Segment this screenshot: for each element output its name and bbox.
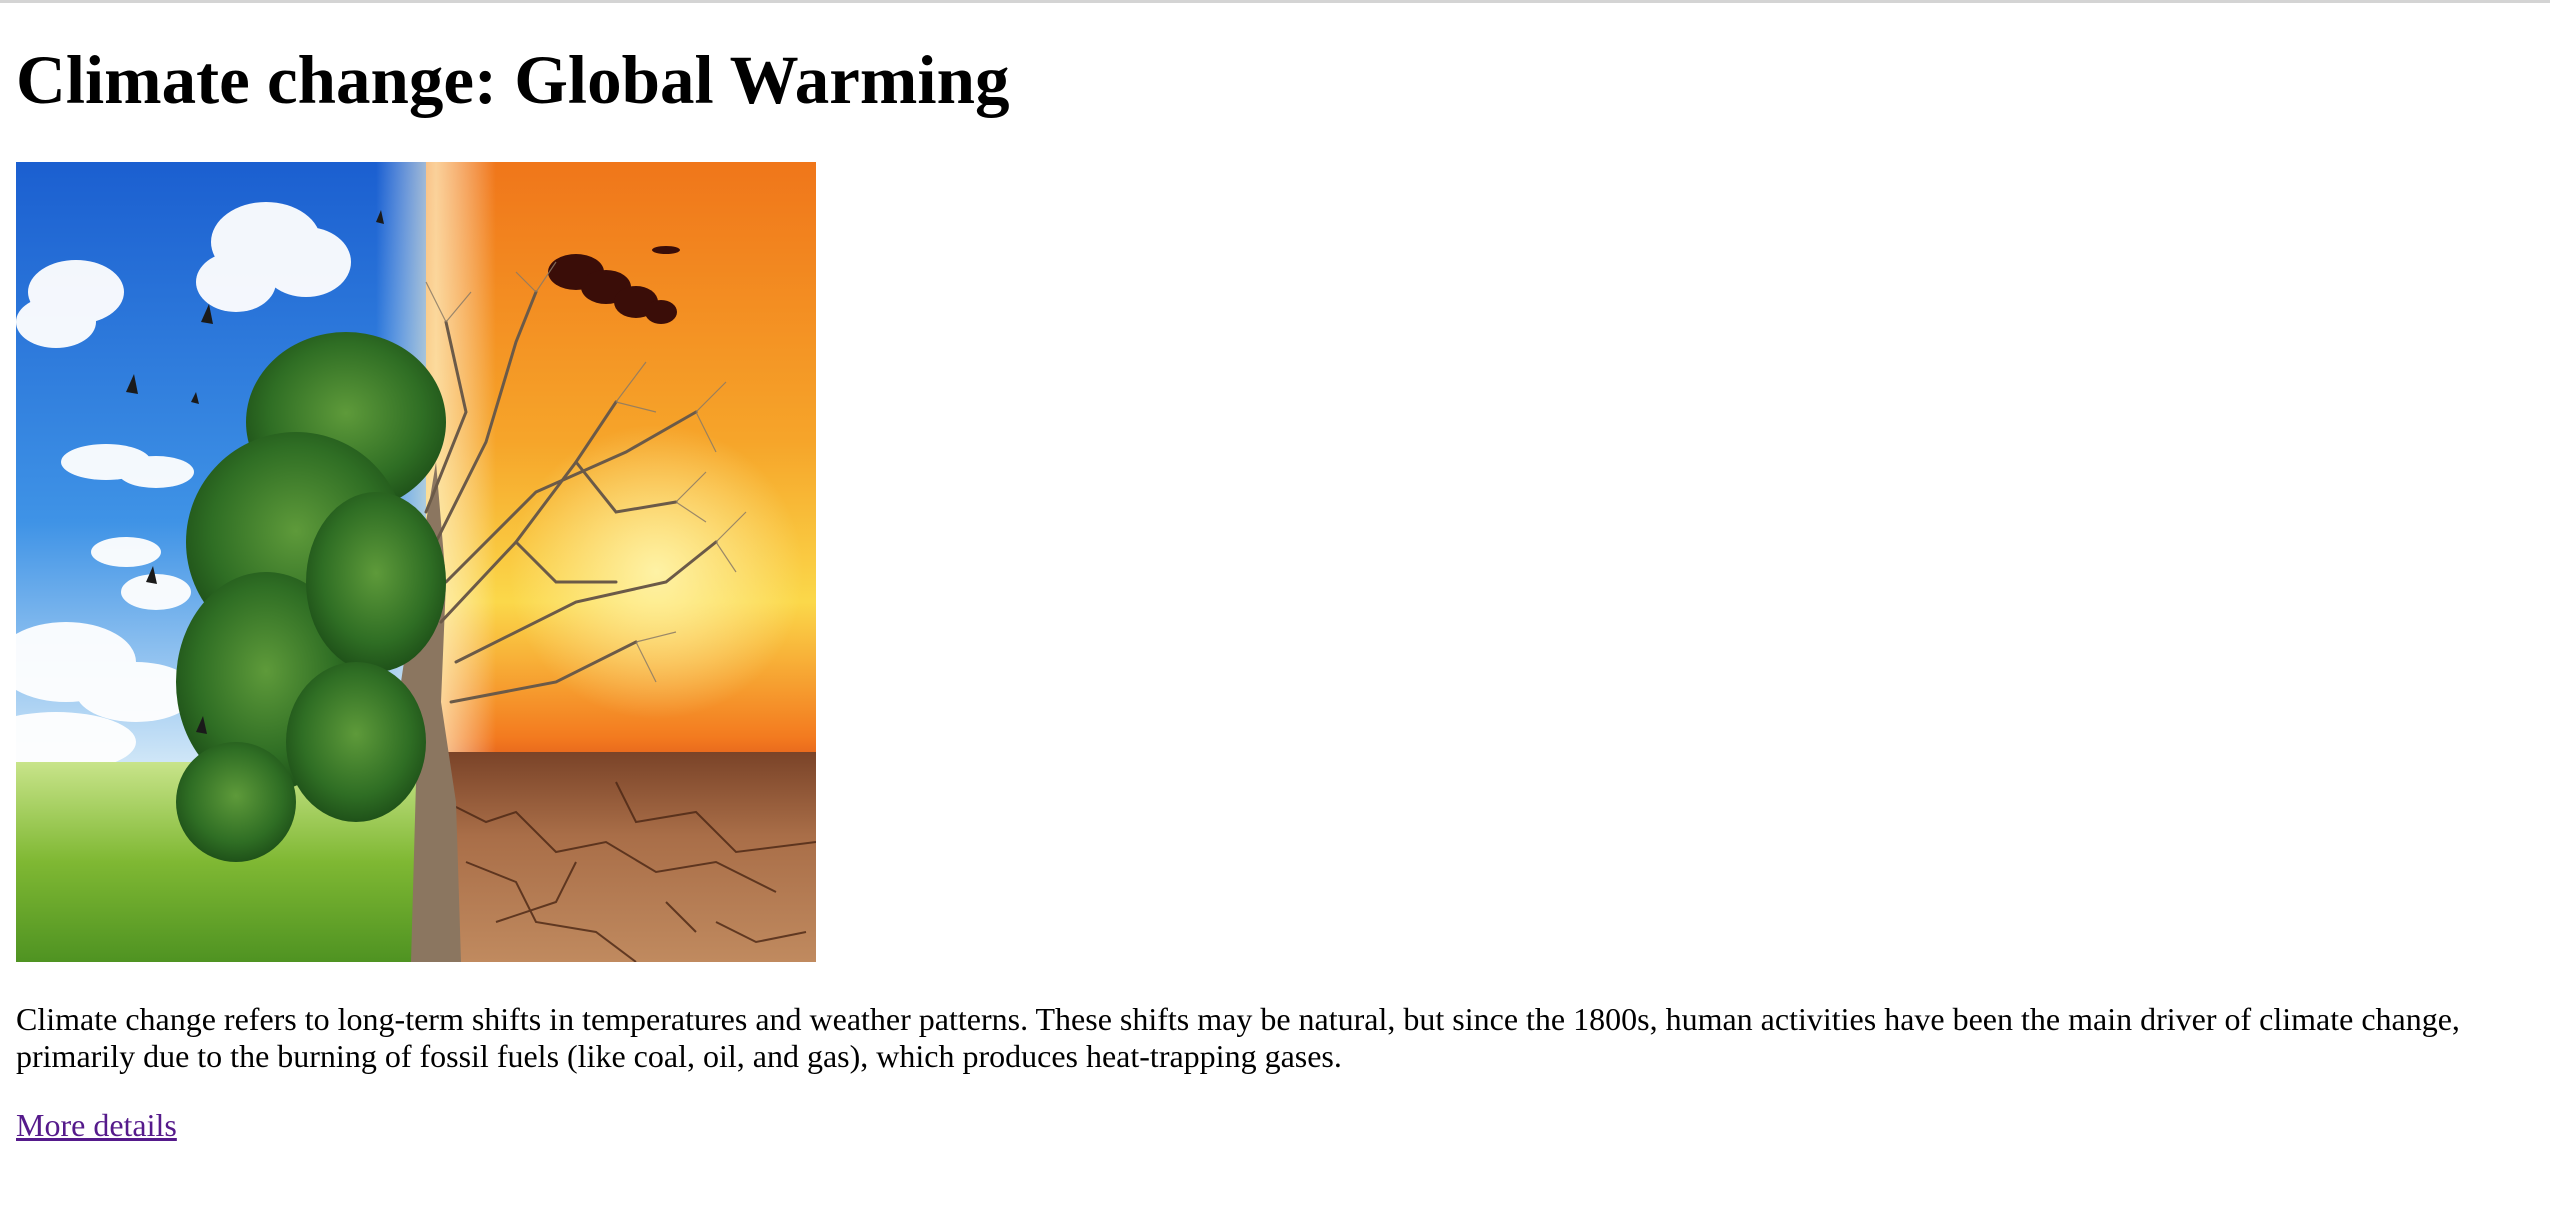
more-details-link[interactable]: More details — [16, 1107, 177, 1144]
climate-hero-image — [16, 162, 816, 962]
article-paragraph: Climate change refers to long-term shift… — [16, 1001, 2460, 1074]
top-border — [0, 0, 2550, 3]
page-title: Climate change: Global Warming — [16, 42, 1010, 118]
